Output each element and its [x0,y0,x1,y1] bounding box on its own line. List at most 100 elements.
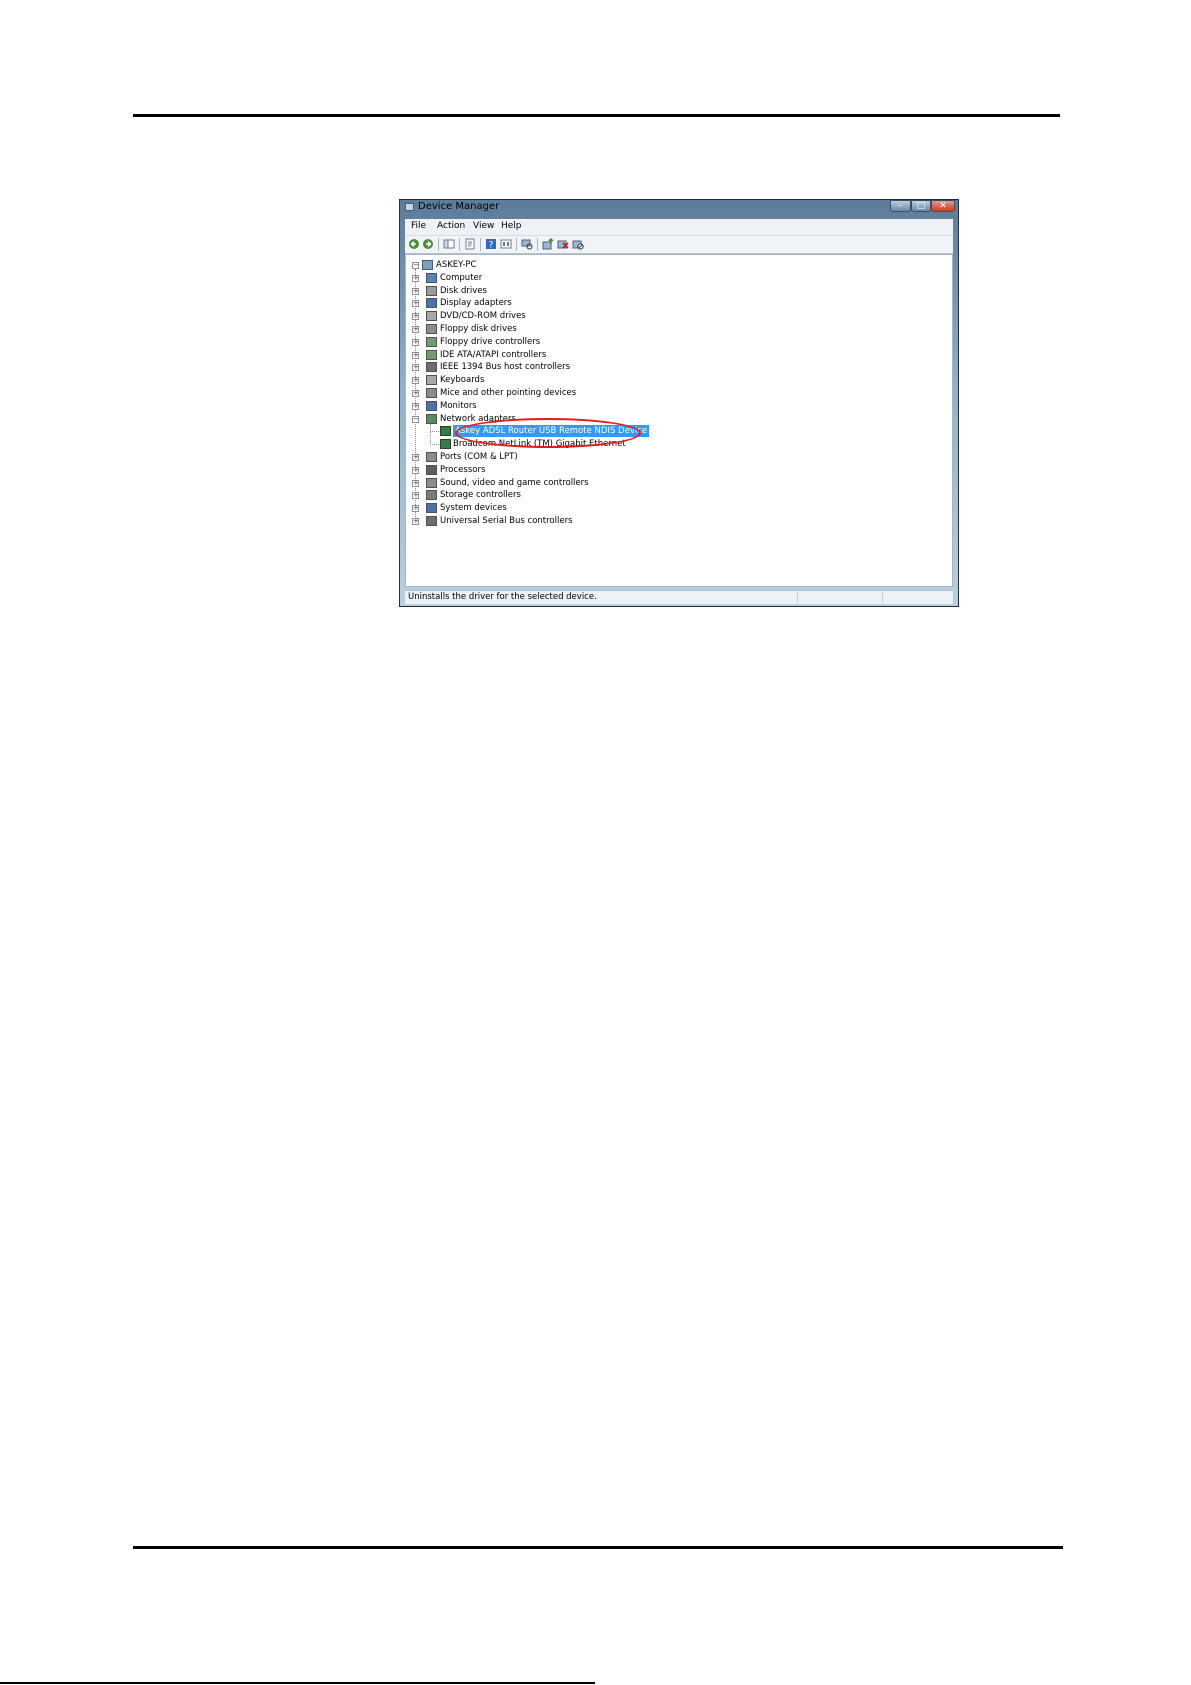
expand-toggle-icon[interactable]: + [412,313,419,321]
collapse-toggle-icon[interactable]: − [412,415,419,423]
port-icon [426,452,437,462]
status-bar: Uninstalls the driver for the selected d… [405,590,953,604]
sound-icon [426,477,437,488]
toolbar-separator [459,238,460,251]
disable-icon[interactable] [572,238,584,250]
tree-guide-line [430,444,439,446]
close-button[interactable]: ✕ [931,200,955,212]
mouse-icon [426,388,437,398]
back-icon[interactable] [408,238,420,250]
tree-category-label: Keyboards [440,375,485,386]
minimize-button[interactable]: – [890,200,911,212]
tree-category-label: IDE ATA/ATAPI controllers [440,349,547,360]
uninstall-icon[interactable] [557,238,569,250]
tree-category-label: IEEE 1394 Bus host controllers [440,362,571,373]
tree-category-label: Ports (COM & LPT) [440,452,518,462]
properties-icon[interactable] [464,238,476,250]
tree-guide-line [415,269,416,525]
computer-icon [426,272,437,283]
expand-toggle-icon[interactable]: + [412,351,419,359]
scan-hardware-icon[interactable] [521,238,533,250]
expand-toggle-icon[interactable]: + [412,377,419,385]
menu-help[interactable]: Help [501,221,522,231]
footer-rule [133,1546,1063,1549]
update-driver-icon[interactable] [542,238,554,250]
monitor-icon [426,400,437,411]
expand-toggle-icon[interactable]: + [412,287,419,295]
firewire-icon [426,362,437,373]
storage-controller-icon [426,490,437,501]
window-title: Device Manager [418,201,500,212]
show-hide-tree-icon[interactable] [443,238,455,250]
tree-category-label: Sound, video and game controllers [440,477,589,488]
display-adapter-icon [426,298,437,309]
processor-icon [426,464,437,475]
toolbar-separator [480,238,481,251]
expand-toggle-icon[interactable]: + [412,326,419,333]
tree-category-label: Universal Serial Bus controllers [440,516,573,526]
status-separator [882,593,883,603]
computer-icon [422,260,433,270]
tree-category-label: Storage controllers [440,490,521,501]
device-manager-icon [405,203,414,211]
floppy-controller-icon [426,336,437,347]
tree-category-label: Mice and other pointing devices [440,388,577,398]
tree-category-label: Disk drives [440,285,487,296]
expand-toggle-icon[interactable]: + [412,402,419,410]
expand-toggle-icon[interactable]: + [412,300,419,308]
expand-toggle-icon[interactable]: + [412,518,419,525]
view-icon[interactable] [500,238,512,250]
tree-category-label: Computer [440,272,483,283]
title-bar[interactable]: Device Manager – □ ✕ [400,200,958,214]
menu-view[interactable]: View [473,221,494,231]
dvd-drive-icon [426,311,437,322]
tree-category-label: DVD/CD-ROM drives [440,311,526,322]
status-text: Uninstalls the driver for the selected d… [408,592,597,602]
expand-toggle-icon[interactable]: + [412,274,419,282]
header-rule [133,114,1060,117]
expand-toggle-icon[interactable]: + [412,479,419,487]
ide-controller-icon [426,349,437,360]
toolbar-separator [516,238,517,251]
expand-toggle-icon[interactable]: + [412,492,419,500]
forward-icon[interactable] [422,238,434,250]
expand-toggle-icon[interactable]: + [412,466,419,474]
status-separator [797,593,798,603]
svg-text:?: ? [489,241,494,251]
tree-guide-line [430,431,439,433]
footer-underline [0,1682,595,1684]
disk-drive-icon [426,285,437,296]
expand-toggle-icon[interactable]: + [412,390,419,397]
menu-file[interactable]: File [411,221,426,231]
expand-toggle-icon[interactable]: + [412,364,419,372]
help-icon[interactable]: ? [485,238,497,250]
expand-toggle-icon[interactable]: + [412,338,419,346]
expand-toggle-icon[interactable]: + [412,505,419,513]
menu-action[interactable]: Action [437,221,465,231]
highlight-annotation [455,418,641,448]
tree-category-label: Floppy disk drives [440,324,517,334]
network-adapter-icon [426,413,437,424]
collapse-toggle-icon[interactable]: − [412,262,419,269]
tree-category-label: Monitors [440,400,477,411]
tree-category-label: Display adapters [440,298,512,309]
floppy-drive-icon [426,324,437,334]
tree-guide-line [430,423,431,444]
toolbar-separator [537,238,538,251]
usb-icon [426,516,437,526]
toolbar-separator [438,238,439,251]
network-adapter-icon [440,426,451,437]
keyboard-icon [426,375,437,386]
maximize-button[interactable]: □ [911,200,931,212]
tree-category-label: Floppy drive controllers [440,336,541,347]
toolbar: ? [405,236,953,254]
device-manager-window: Device Manager – □ ✕ File Action View He… [399,199,959,607]
network-adapter-icon [440,439,451,450]
tree-category-label: System devices [440,503,507,514]
tree-category-label: Processors [440,464,486,475]
device-tree[interactable]: − ASKEY-PC + Computer + Disk drives + Display a… [405,254,953,587]
system-device-icon [426,503,437,514]
tree-root-label: ASKEY-PC [436,260,477,270]
expand-toggle-icon[interactable]: + [412,454,419,461]
menu-bar: File Action View Help [405,219,953,236]
